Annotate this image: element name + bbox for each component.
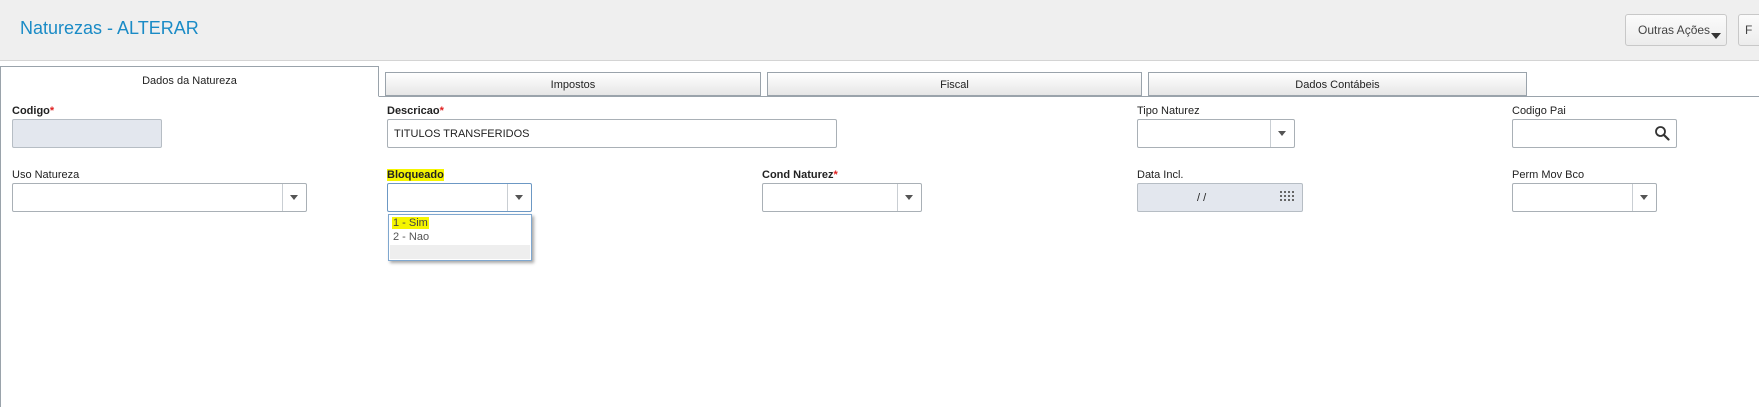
dropdown-caret-icon [515,195,523,200]
cond-naturez-label: Cond Naturez* [762,169,838,181]
cond-naturez-required-mark: * [833,169,838,181]
codigo-label: Codigo* [12,105,54,117]
descricao-field[interactable]: TITULOS TRANSFERIDOS [387,119,837,148]
data-incl-value: / / [1197,192,1207,204]
outras-acoes-button[interactable]: Outras Ações [1625,14,1727,46]
calendar-icon[interactable] [1280,191,1296,204]
tab-impostos[interactable]: Impostos [385,72,761,96]
descricao-label-text: Descricao [387,105,440,117]
tipo-naturez-dropdown-button[interactable] [1270,120,1294,147]
descricao-label: Descricao* [387,105,444,117]
perm-mov-bco-select[interactable] [1512,183,1657,212]
search-icon[interactable] [1654,125,1670,141]
dropdown-caret-icon [1278,131,1286,136]
tipo-naturez-select[interactable] [1137,119,1295,148]
tab-fiscal[interactable]: Fiscal [767,72,1142,96]
data-incl-field[interactable]: / / [1137,183,1303,212]
dropdown-empty-row[interactable] [390,245,530,259]
codigo-pai-field[interactable] [1512,119,1677,148]
content-panel-border [0,96,1,407]
dropdown-option-nao[interactable]: 2 - Nao [392,231,430,243]
page-title: Naturezas - ALTERAR [20,18,199,38]
bloqueado-label: Bloqueado [387,169,444,181]
cond-naturez-label-text: Cond Naturez [762,169,834,181]
descricao-value: TITULOS TRANSFERIDOS [394,128,530,140]
bloqueado-select[interactable] [387,183,532,212]
codigo-label-text: Codigo [12,105,50,117]
tab-dados-contabeis[interactable]: Dados Contábeis [1148,72,1527,96]
bloqueado-dropdown-list: 1 - Sim 2 - Nao [388,214,532,261]
header-bar: Naturezas - ALTERAR Outras Ações F [0,0,1759,61]
tipo-naturez-label: Tipo Naturez [1137,105,1200,117]
data-incl-label: Data Incl. [1137,169,1184,181]
dropdown-option-sim[interactable]: 1 - Sim [392,217,429,229]
uso-natureza-dropdown-button[interactable] [282,184,306,211]
dropdown-caret-icon [1640,195,1648,200]
chevron-down-icon [1711,33,1721,39]
partial-header-button-label: F [1745,23,1753,37]
partial-header-button[interactable]: F [1738,14,1759,46]
cond-naturez-select[interactable] [762,183,922,212]
cond-naturez-dropdown-button[interactable] [897,184,921,211]
perm-mov-bco-label: Perm Mov Bco [1512,169,1585,181]
perm-mov-bco-dropdown-button[interactable] [1632,184,1656,211]
dropdown-caret-icon [905,195,913,200]
bloqueado-dropdown-button[interactable] [507,184,531,211]
outras-acoes-label: Outras Ações [1638,23,1711,37]
tab-dados-da-natureza[interactable]: Dados da Natureza [0,66,379,97]
dropdown-caret-icon [290,195,298,200]
codigo-pai-label: Codigo Pai [1512,105,1566,117]
uso-natureza-select[interactable] [12,183,307,212]
uso-natureza-label: Uso Natureza [12,169,80,181]
codigo-field[interactable] [12,119,162,148]
descricao-required-mark: * [439,105,444,117]
codigo-required-mark: * [49,105,55,117]
bloqueado-label-text: Bloqueado [387,169,444,181]
